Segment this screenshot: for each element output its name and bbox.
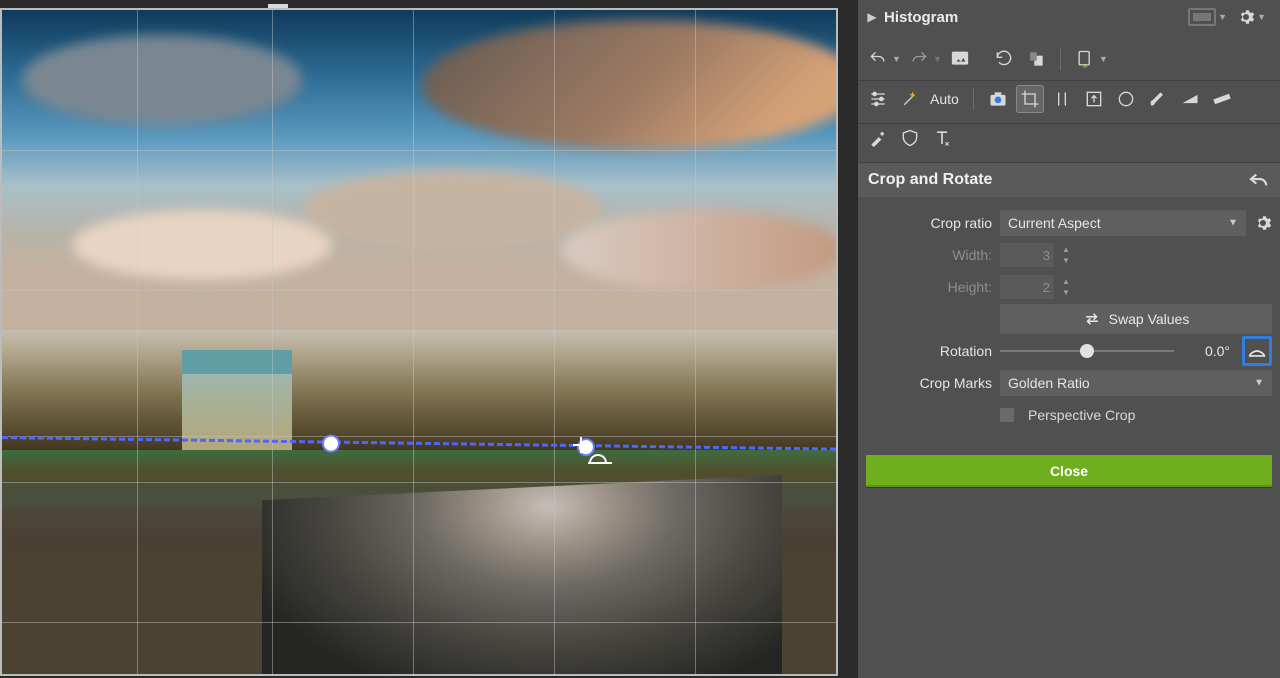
crop-ratio-select[interactable]: Current Aspect ▼	[1000, 210, 1246, 236]
chevron-down-icon: ▼	[1254, 378, 1264, 389]
crop-marks-select[interactable]: Golden Ratio ▼	[1000, 370, 1272, 396]
width-stepper[interactable]: ▲▼	[1062, 243, 1076, 267]
gradient-icon[interactable]	[1176, 85, 1204, 113]
image-canvas[interactable]	[0, 8, 838, 676]
crop-ratio-value: Current Aspect	[1008, 215, 1101, 231]
arrow-box-icon[interactable]	[1080, 85, 1108, 113]
grid-line	[272, 10, 273, 674]
straighten-v-icon[interactable]	[1048, 85, 1076, 113]
height-label: Height:	[866, 279, 992, 295]
panel-divider[interactable]	[840, 0, 858, 678]
close-button-label: Close	[1050, 463, 1088, 479]
redo-button[interactable]	[905, 45, 933, 73]
revert-icon[interactable]	[1248, 171, 1270, 189]
magic-wand-icon[interactable]	[896, 85, 924, 113]
crop-marks-label: Crop Marks	[866, 375, 992, 391]
tool-selector-row2	[858, 124, 1280, 163]
rotation-label: Rotation	[866, 343, 992, 359]
ruler-icon[interactable]	[1208, 85, 1236, 113]
straighten-tool-button[interactable]	[1242, 336, 1272, 366]
circle-icon[interactable]	[1112, 85, 1140, 113]
disclosure-triangle-icon[interactable]: ▶	[866, 10, 878, 24]
image-water	[262, 475, 782, 676]
file-presets-icon[interactable]	[1071, 45, 1099, 73]
text-icon[interactable]	[928, 124, 956, 152]
grid-line	[137, 10, 138, 674]
grid-line	[2, 482, 836, 483]
height-input[interactable]	[1000, 275, 1054, 299]
auto-label[interactable]: Auto	[930, 91, 959, 107]
brush-icon[interactable]	[1144, 85, 1172, 113]
crop-ratio-label: Crop ratio	[866, 215, 992, 231]
undo-button[interactable]	[864, 45, 892, 73]
crop-tool-button[interactable]	[1016, 85, 1044, 113]
tool-selector: Auto	[858, 81, 1280, 124]
rotate-ccw-icon[interactable]	[990, 45, 1018, 73]
canvas-area[interactable]	[0, 0, 840, 678]
sliders-icon[interactable]	[864, 85, 892, 113]
grid-line	[695, 10, 696, 674]
grid-line	[554, 10, 555, 674]
heal-brush-icon[interactable]	[864, 124, 892, 152]
width-input[interactable]	[1000, 243, 1054, 267]
chevron-down-icon: ▼	[1228, 218, 1238, 229]
close-button[interactable]: Close	[866, 455, 1272, 487]
histogram-title: Histogram	[884, 9, 958, 26]
shield-icon[interactable]	[896, 124, 924, 152]
histogram-display-icon[interactable]	[1188, 8, 1216, 26]
rotate-cw-icon[interactable]	[1022, 45, 1050, 73]
rotation-value: 0.0°	[1182, 343, 1230, 359]
gear-icon[interactable]	[1237, 8, 1255, 26]
swap-values-button[interactable]: Swap Values	[1000, 304, 1272, 334]
image-buildings	[2, 330, 836, 450]
section-title: Crop and Rotate	[868, 171, 992, 189]
image-sky	[2, 10, 836, 330]
crop-rotate-form: Crop ratio Current Aspect ▼ Width: ▲▼ He…	[858, 197, 1280, 439]
grid-line	[2, 150, 836, 151]
grid-line	[2, 622, 836, 623]
rotation-slider[interactable]	[1000, 341, 1174, 361]
grid-line	[413, 10, 414, 674]
crop-handle-top[interactable]	[268, 4, 288, 8]
photo-icon[interactable]	[946, 45, 974, 73]
perspective-crop-checkbox[interactable]	[1000, 408, 1014, 422]
chevron-down-icon[interactable]: ▼	[1218, 12, 1227, 22]
gear-icon[interactable]	[1254, 214, 1272, 232]
straighten-crosshair-icon	[574, 438, 588, 452]
camera-icon[interactable]	[984, 85, 1012, 113]
swap-values-label: Swap Values	[1109, 311, 1190, 327]
side-panel: ▶ Histogram ▼ ▼ ▼ ▼	[858, 0, 1280, 678]
width-label: Width:	[866, 247, 992, 263]
chevron-down-icon[interactable]: ▼	[1257, 12, 1266, 22]
section-header: Crop and Rotate	[858, 163, 1280, 197]
crop-marks-value: Golden Ratio	[1008, 375, 1090, 391]
perspective-crop-label: Perspective Crop	[1028, 407, 1135, 423]
height-stepper[interactable]: ▲▼	[1062, 275, 1076, 299]
histogram-header[interactable]: ▶ Histogram ▼ ▼	[858, 0, 1280, 34]
grid-line	[2, 290, 836, 291]
history-toolbar: ▼ ▼ ▼	[864, 42, 1274, 76]
